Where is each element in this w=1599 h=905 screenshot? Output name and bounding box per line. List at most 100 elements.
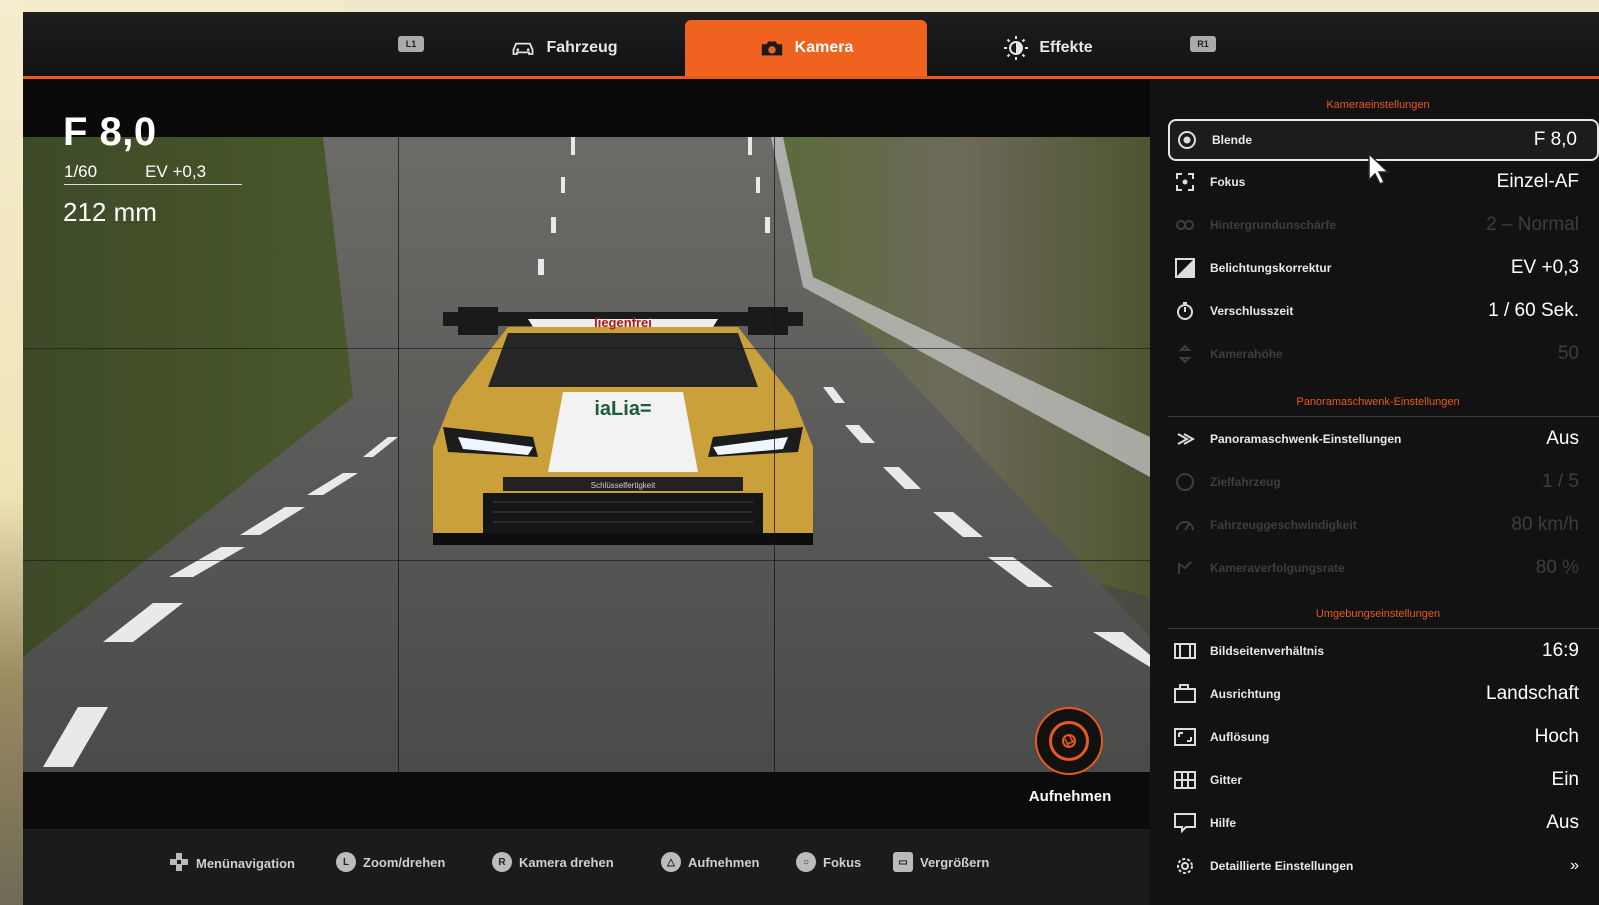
setting-label: Verschlusszeit	[1210, 304, 1294, 318]
brightness-icon	[1003, 36, 1029, 60]
setting-fahrzeuggeschwindigkeit: Fahrzeuggeschwindigkeit 80 km/h	[1168, 506, 1599, 544]
setting-value: 1 / 5	[1542, 471, 1579, 492]
bokeh-icon	[1174, 214, 1196, 236]
setting-ausrichtung[interactable]: Ausrichtung Landschaft	[1168, 675, 1599, 713]
setting-gitter[interactable]: Gitter Ein	[1168, 761, 1599, 799]
gear-icon	[1174, 855, 1196, 877]
mouse-cursor-icon	[1367, 152, 1391, 191]
track-icon	[1174, 557, 1196, 579]
setting-zielfahrzeug: Zielfahrzeug 1 / 5	[1168, 463, 1599, 501]
focus-icon	[1174, 171, 1196, 193]
hint-label: Aufnehmen	[688, 854, 760, 870]
setting-label: Detaillierte Einstellungen	[1210, 859, 1354, 873]
aspect-ratio-icon	[1174, 640, 1196, 662]
hint-rotate-camera: R Kamera drehen	[492, 852, 614, 872]
setting-kameraverfolgungsrate: Kameraverfolgungsrate 80 %	[1168, 549, 1599, 587]
grid-line-horizontal	[23, 348, 1150, 349]
divider	[1168, 416, 1599, 417]
camera-icon	[759, 38, 785, 58]
setting-value: 50	[1557, 343, 1579, 364]
circle-icon: ○	[796, 852, 816, 872]
setting-label: Zielfahrzeug	[1210, 475, 1281, 489]
pan-icon	[1174, 428, 1196, 450]
hint-label: Kamera drehen	[519, 854, 614, 870]
setting-belichtungskorrektur[interactable]: Belichtungskorrektur EV +0,3	[1168, 249, 1599, 287]
grid-line-vertical	[398, 137, 399, 772]
capture-button[interactable]	[1035, 707, 1103, 775]
setting-label: Hintergrundunschärfe	[1210, 218, 1337, 232]
r1-button-icon[interactable]: R1	[1190, 36, 1216, 52]
setting-bildseitenverhaeltnis[interactable]: Bildseitenverhältnis 16:9	[1168, 632, 1599, 670]
setting-hintergrundunschaerfe: Hintergrundunschärfe 2 – Normal	[1168, 206, 1599, 244]
setting-label: Fahrzeuggeschwindigkeit	[1210, 518, 1357, 532]
tab-label: Kamera	[794, 39, 854, 56]
detailed-settings-button[interactable]: Detaillierte Einstellungen »	[1168, 847, 1599, 885]
setting-kamerahoehe: Kamerahöhe 50	[1168, 335, 1599, 373]
setting-value: Landschaft	[1486, 683, 1579, 704]
setting-label: Kameraverfolgungsrate	[1210, 561, 1345, 575]
setting-value: 1 / 60 Sek.	[1488, 300, 1579, 321]
setting-value: Einzel-AF	[1496, 171, 1579, 192]
livery-text-top: liegenfrei	[594, 315, 652, 330]
setting-value: 2 – Normal	[1486, 214, 1579, 235]
camera-height-icon	[1174, 343, 1196, 365]
tab-bar: L1 Fahrzeug Kamera Effekte R1	[23, 12, 1599, 79]
hint-menu-navigation: Menünavigation	[169, 852, 295, 875]
tab-fahrzeug[interactable]: Fahrzeug	[443, 20, 685, 76]
focal-length-readout: 212 mm	[63, 197, 157, 227]
setting-hilfe[interactable]: Hilfe Aus	[1168, 804, 1599, 842]
setting-label: Gitter	[1210, 773, 1243, 787]
tab-kamera[interactable]: Kamera	[685, 20, 927, 76]
tab-label: Fahrzeug	[546, 39, 618, 56]
setting-label: Panoramaschwenk-Einstellungen	[1210, 432, 1402, 446]
section-title-env: Umgebungseinstellungen	[1315, 608, 1441, 620]
help-icon	[1174, 812, 1196, 834]
setting-label: Belichtungskorrektur	[1210, 261, 1332, 275]
car-icon	[510, 38, 536, 58]
hint-label: Menünavigation	[196, 856, 295, 871]
hint-focus: ○ Fokus	[796, 852, 861, 872]
setting-value: 16:9	[1542, 640, 1579, 661]
hint-label: Zoom/drehen	[363, 854, 446, 870]
tab-effekte[interactable]: Effekte	[927, 20, 1169, 76]
aperture-readout: F 8,0	[63, 110, 157, 154]
l1-button-icon[interactable]: L1	[398, 36, 424, 52]
setting-aufloesung[interactable]: Auflösung Hoch	[1168, 718, 1599, 756]
speed-icon	[1174, 514, 1196, 536]
setting-label: Ausrichtung	[1210, 687, 1281, 701]
setting-label: Auflösung	[1210, 730, 1270, 744]
camera-viewfinder[interactable]: liegenfrei iaLia= Schlüsselfertigkeit	[23, 137, 1150, 772]
setting-value: 80 km/h	[1511, 514, 1579, 535]
hint-label: Vergrößern	[920, 854, 990, 870]
setting-label: Blende	[1212, 133, 1253, 147]
grid-line-vertical	[774, 137, 775, 772]
photo-mode-screen: L1 Fahrzeug Kamera Effekte R1 liegenfrei…	[23, 12, 1599, 905]
hint-capture: △ Aufnehmen	[661, 852, 760, 872]
shutter-readout: 1/60	[64, 162, 98, 181]
setting-label: Fokus	[1210, 175, 1246, 189]
setting-label: Hilfe	[1210, 816, 1237, 830]
ev-readout: EV +0,3	[145, 162, 207, 181]
hint-label: Fokus	[823, 854, 862, 870]
divider	[1168, 628, 1599, 629]
setting-value: Hoch	[1534, 726, 1579, 747]
setting-value: EV +0,3	[1510, 257, 1579, 278]
setting-value: 80 %	[1535, 557, 1579, 578]
setting-value: Aus	[1546, 812, 1579, 833]
letterbox-bottom	[23, 772, 1150, 829]
aperture-icon	[1176, 129, 1198, 151]
livery-text-splitter: Schlüsselfertigkeit	[591, 481, 656, 490]
grid-line-horizontal	[23, 560, 1150, 561]
setting-label: Kamerahöhe	[1210, 347, 1283, 361]
setting-verschlusszeit[interactable]: Verschlusszeit 1 / 60 Sek.	[1168, 292, 1599, 330]
setting-panoramaschwenk[interactable]: Panoramaschwenk-Einstellungen Aus	[1168, 420, 1599, 458]
letterbox-top	[23, 79, 1150, 137]
touchpad-icon: ▭	[893, 852, 913, 872]
resolution-icon	[1174, 726, 1196, 748]
hint-zoom-rotate: L Zoom/drehen	[336, 852, 445, 872]
chevron-right-icon: »	[1570, 857, 1579, 874]
dpad-icon	[169, 852, 189, 875]
background-left	[0, 0, 24, 905]
grid-icon	[1174, 769, 1196, 791]
hint-enlarge: ▭ Vergrößern	[893, 852, 989, 872]
